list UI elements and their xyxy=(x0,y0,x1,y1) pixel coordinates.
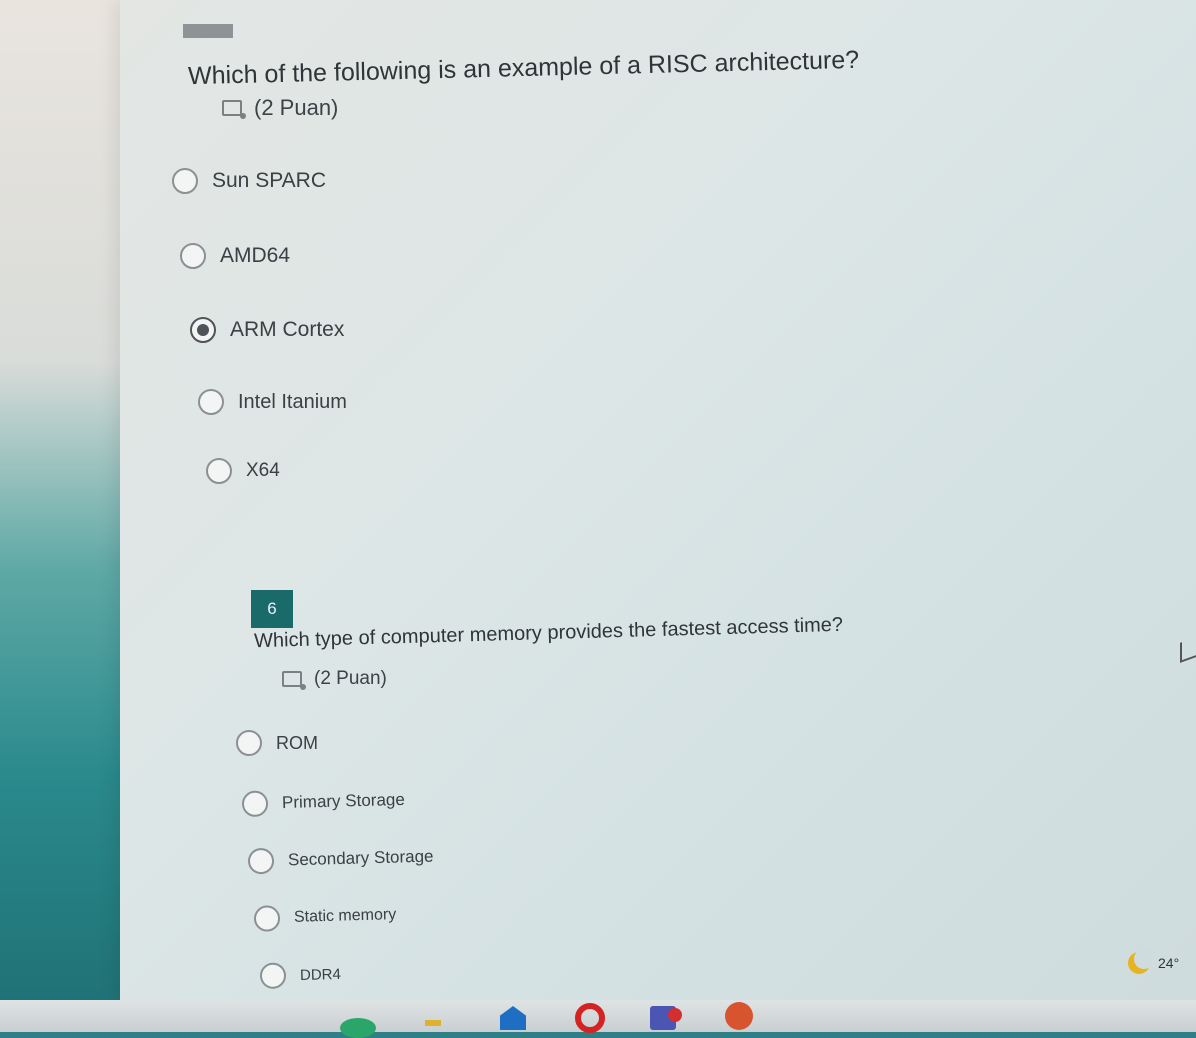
radio-button[interactable] xyxy=(236,730,262,756)
option-label: Static memory xyxy=(293,906,397,926)
option-label: DDR4 xyxy=(299,965,342,984)
notification-badge xyxy=(668,1008,682,1022)
points-label: (2 Puan) xyxy=(314,668,387,689)
app-icon[interactable] xyxy=(725,1002,753,1030)
radio-button[interactable] xyxy=(198,389,224,415)
browser-icon[interactable] xyxy=(340,1018,376,1038)
radio-button-selected[interactable] xyxy=(190,317,216,343)
file-explorer-icon[interactable] xyxy=(425,1020,441,1026)
immersive-reader-icon[interactable] xyxy=(282,671,306,690)
option-primary-storage[interactable]: Primary Storage xyxy=(241,787,406,818)
option-label: X64 xyxy=(246,460,280,481)
option-x64[interactable]: X64 xyxy=(206,458,280,484)
option-arm-cortex[interactable]: ARM Cortex xyxy=(190,317,344,343)
option-label: ARM Cortex xyxy=(230,318,345,341)
option-intel-itanium[interactable]: Intel Itanium xyxy=(198,389,347,415)
option-label: Intel Itanium xyxy=(238,390,347,413)
question-points: (2 Puan) xyxy=(222,95,338,121)
option-label: Primary Storage xyxy=(281,789,406,813)
radio-button[interactable] xyxy=(180,243,206,269)
option-secondary-storage[interactable]: Secondary Storage xyxy=(247,844,434,875)
option-ddr4[interactable]: DDR4 xyxy=(259,961,342,990)
option-label: Sun SPARC xyxy=(212,169,326,192)
option-amd64[interactable]: AMD64 xyxy=(180,243,290,269)
question-points: (2 Puan) xyxy=(282,668,387,690)
radio-button[interactable] xyxy=(259,962,287,990)
radio-button[interactable] xyxy=(241,790,269,818)
opera-icon[interactable] xyxy=(575,1003,605,1033)
radio-button[interactable] xyxy=(172,168,198,194)
radio-button[interactable] xyxy=(253,905,281,932)
weather-temperature: 24° xyxy=(1158,955,1180,971)
immersive-reader-icon[interactable] xyxy=(222,100,246,119)
option-rom[interactable]: ROM xyxy=(236,730,318,756)
weather-widget[interactable]: 24° xyxy=(1128,949,1180,974)
question-number-badge: 6 xyxy=(251,590,293,628)
radio-button[interactable] xyxy=(247,847,275,875)
weather-moon-icon xyxy=(1128,949,1154,974)
option-label: Secondary Storage xyxy=(287,846,434,870)
option-static-memory[interactable]: Static memory xyxy=(253,902,397,932)
option-label: AMD64 xyxy=(220,244,291,267)
radio-button[interactable] xyxy=(206,458,232,484)
option-label: ROM xyxy=(276,732,318,753)
header-bar-fragment xyxy=(183,24,233,38)
points-label: (2 Puan) xyxy=(254,95,339,120)
option-sun-sparc[interactable]: Sun SPARC xyxy=(172,168,326,194)
